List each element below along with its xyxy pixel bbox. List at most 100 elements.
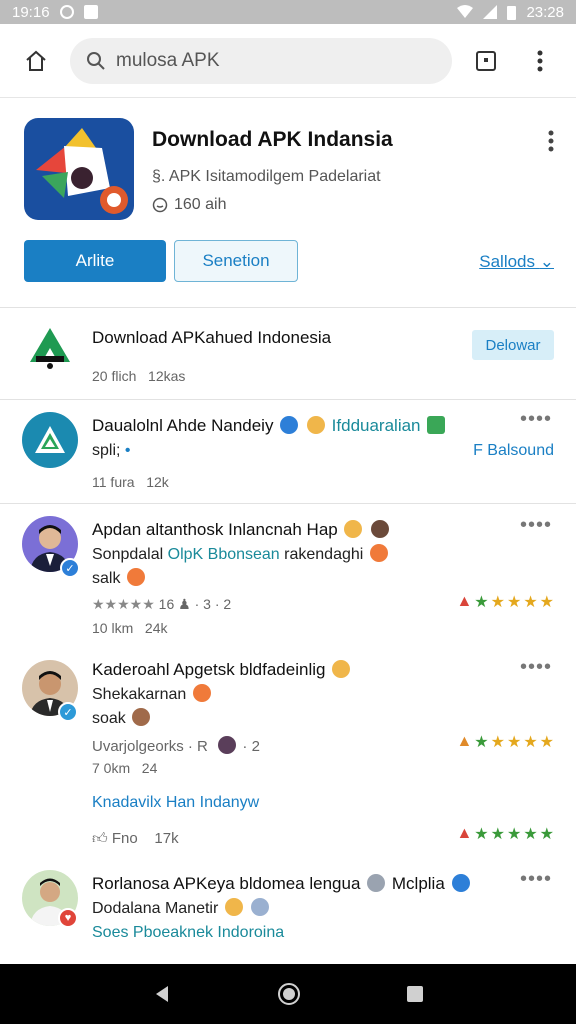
star-icon: ★ [539, 826, 554, 843]
battery-icon [507, 5, 517, 20]
row-meta-a: 11 fura [92, 474, 135, 490]
row-title-suffix: Mclplia [391, 874, 445, 893]
recents-icon[interactable] [406, 985, 424, 1003]
tabs-icon[interactable] [466, 41, 506, 81]
rating-c: 2 [223, 596, 232, 612]
row-meta-b: 24 [141, 760, 158, 776]
star-icon: ★ [523, 826, 538, 843]
ghost-emoji-icon [251, 898, 270, 916]
chevron-down-icon: ⌄ [539, 252, 554, 271]
row-meta-a: 7 0km [92, 760, 131, 776]
list-item[interactable]: ✓ Kaderoahl Apgetsk bldfadeinlig Shekaka… [0, 644, 576, 860]
notification-icon [83, 5, 98, 19]
likes-line[interactable]: 👍︎ Fno 17k [92, 830, 179, 848]
app-meta-text: 160 aih [174, 196, 227, 213]
developer-icon: §. [152, 168, 169, 185]
list-item[interactable]: ♥ Rorlanosa APKeya bldomea lengua Mclpli… [0, 860, 576, 964]
row-title-suffix: Ifdduaralian [331, 416, 421, 435]
secondary-button[interactable]: Senetion [174, 240, 298, 282]
app-more-icon[interactable] [548, 130, 554, 157]
app-icon[interactable] [24, 118, 134, 220]
row-link[interactable]: Knadavilx Han Indanyw [92, 794, 259, 812]
status-bar: 19:16 23:28 [0, 0, 576, 24]
more-dots-icon[interactable]: •••• [520, 514, 552, 537]
row-title: Rorlanosa APKeya bldomea lengua [92, 874, 361, 893]
signal-icon [483, 5, 498, 19]
star-rating: ▲ ★ ★ ★ ★ ★ [456, 592, 554, 612]
row-meta-a: 20 flich [92, 368, 137, 384]
row-line: Dodalana Manetir [92, 898, 271, 918]
row-meta: 11 fura 12k [92, 474, 169, 490]
home-icon[interactable] [16, 41, 56, 81]
smile-emoji-icon [126, 568, 145, 586]
star-icon: ★ [490, 734, 505, 751]
clock-icon [152, 197, 168, 213]
heart-eyes-emoji-icon [369, 544, 388, 562]
row-link[interactable]: Soes Pboeaknek Indoroina [92, 924, 284, 942]
home-nav-icon[interactable] [277, 982, 301, 1006]
link-dot-icon: • [124, 442, 131, 459]
wifi-icon [457, 5, 474, 18]
download-tag-button[interactable]: Delowar [472, 330, 554, 360]
row-title: Daualolnl Ahde Nandeiy [92, 416, 274, 435]
house-icon: ▲ [456, 733, 473, 750]
star-icon: ★ [506, 594, 522, 611]
app-subtitle-text: APK Isitamodilgem Padelariat [168, 168, 381, 185]
verified-badge-icon: ✓ [60, 558, 80, 578]
app-meta: 160 aih [152, 196, 227, 214]
overflow-menu-icon[interactable] [520, 41, 560, 81]
star-icon: ★ [523, 734, 538, 751]
sort-link[interactable]: Sallods ⌄ [479, 252, 554, 272]
more-dots-icon[interactable]: •••• [520, 408, 552, 431]
face-emoji-icon [344, 520, 363, 538]
row-meta-b: 12k [146, 474, 169, 490]
row-meta-b: 24k [144, 620, 168, 636]
row-meta: 20 flich 12kas [92, 368, 185, 384]
rating-c: 2 [251, 738, 260, 755]
row-line: Sonpdalal OlpK Bbonsean rakendaghi [92, 544, 390, 564]
figure-icon [218, 736, 237, 754]
battery-emoji-icon [427, 416, 446, 434]
rating-value: Uvarjolgeorks [92, 738, 184, 755]
row-title-line: Daualolnl Ahde Nandeiy Ifdduaralian [92, 416, 447, 436]
search-icon [87, 51, 105, 70]
people-emoji-icon [371, 520, 390, 538]
row-title-line: Rorlanosa APKeya bldomea lengua Mclplia [92, 874, 472, 894]
star-icon: ★ [523, 594, 538, 611]
primary-button[interactable]: Arlite [24, 240, 166, 282]
star-icon: ★ [474, 734, 489, 751]
rating-value: 16 [158, 596, 175, 612]
row-line-a: Sonpdalal [92, 546, 164, 563]
row-right-link[interactable]: F Balsound [473, 442, 554, 460]
list-item[interactable]: ✓ Apdan altanthosk Inlancnah Hap Sonpdal… [0, 504, 576, 644]
row-title-line: Kaderoahl Apgetsk bldfadeinlig [92, 660, 352, 680]
more-dots-icon[interactable]: •••• [520, 868, 552, 891]
apk-circle-logo-icon [22, 412, 78, 468]
wink-emoji-icon [224, 898, 243, 916]
row-line-text: salk [92, 570, 121, 587]
row-meta-a: 10 lkm [92, 620, 134, 636]
star-icon: ★ [506, 826, 522, 843]
rating-stars-icon: ★★★★★ [92, 596, 155, 612]
star-icon: ★ [474, 594, 489, 611]
row-line: spli; • [92, 442, 131, 460]
address-bar[interactable]: mulosa APK [70, 37, 452, 84]
rating-b: R [197, 738, 208, 755]
rating-line: Uvarjolgeorks · R · 2 [92, 736, 260, 755]
more-dots-icon[interactable]: •••• [520, 656, 552, 679]
person-emoji-icon [132, 708, 151, 726]
list-item[interactable]: Download APKahued Indonesia 20 flich 12k… [0, 308, 576, 400]
status-time-left: 19:16 [12, 3, 50, 21]
list-item[interactable]: Daualolnl Ahde Nandeiy Ifdduaralian spli… [0, 400, 576, 504]
back-icon[interactable] [152, 984, 172, 1004]
browser-toolbar: mulosa APK [0, 24, 576, 98]
likes-label: Fno [111, 830, 138, 847]
system-nav-bar [0, 964, 576, 1024]
apk-logo-icon [28, 326, 72, 370]
whatsapp-icon [59, 5, 74, 19]
likes-count: 17k [154, 830, 179, 847]
row-meta-b: 12kas [148, 368, 186, 384]
star-icon: ★ [474, 826, 489, 843]
sparkle-emoji-icon [332, 660, 351, 678]
row-line-text: Dodalana Manetir [92, 900, 219, 917]
